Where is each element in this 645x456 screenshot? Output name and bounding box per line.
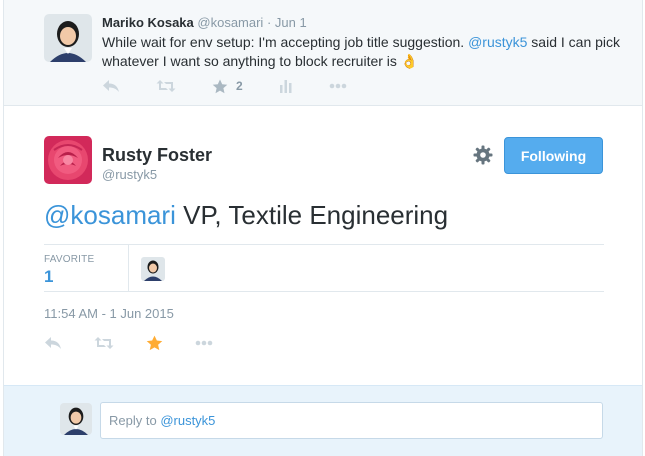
tweet-date[interactable]: Jun 1 (275, 15, 307, 30)
reply-placeholder: Reply to (109, 413, 161, 428)
tweet-text-part: VP, Textile Engineering (175, 200, 449, 230)
retweet-icon[interactable] (94, 336, 114, 350)
current-user-avatar (60, 403, 92, 435)
reply-input[interactable]: Reply to @rustyk5 (100, 402, 603, 439)
favorite-count[interactable]: 1 (44, 267, 53, 287)
tweet-text-part: While wait for env setup: I'm accepting … (102, 34, 469, 50)
favorite-count: 2 (236, 79, 243, 93)
favorite-button[interactable]: 2 (212, 79, 243, 94)
favoriter-avatar[interactable] (141, 257, 165, 281)
reply-icon[interactable] (102, 79, 120, 93)
author-fullname[interactable]: Mariko Kosaka (102, 15, 194, 30)
more-icon[interactable] (195, 340, 213, 346)
avatar[interactable] (44, 14, 92, 62)
separator: · (266, 15, 272, 30)
favorite-icon[interactable] (146, 335, 163, 351)
tweet-actions: 2 (102, 76, 383, 96)
author-handle[interactable]: @kosamari (197, 15, 263, 30)
avatar[interactable] (44, 136, 92, 184)
parent-tweet[interactable]: Mariko Kosaka @kosamari · Jun 1 While wa… (4, 0, 642, 106)
author-fullname[interactable]: Rusty Foster (102, 145, 212, 166)
following-button[interactable]: Following (504, 137, 603, 174)
main-tweet: Rusty Foster @rustyk5 Following @kosamar… (4, 107, 642, 385)
tweet-stats: FAVORITE 1 (44, 244, 604, 292)
tweet-text: @kosamari VP, Textile Engineering (44, 200, 448, 231)
mention-link[interactable]: @rustyk5 (468, 34, 527, 50)
ok-hand-emoji: 👌 (400, 53, 419, 69)
analytics-icon[interactable] (279, 79, 293, 93)
favorite-icon (212, 79, 228, 94)
retweet-icon[interactable] (156, 79, 176, 93)
author-handle[interactable]: @rustyk5 (102, 167, 157, 182)
tweet-permalink: Mariko Kosaka @kosamari · Jun 1 While wa… (3, 0, 643, 456)
tweet-timestamp[interactable]: 11:54 AM - 1 Jun 2015 (44, 306, 174, 321)
favorite-label: FAVORITE (44, 254, 95, 265)
divider (128, 245, 129, 291)
gear-icon[interactable] (473, 145, 493, 170)
reply-composer: Reply to @rustyk5 (4, 385, 642, 456)
reply-mention: @rustyk5 (160, 413, 216, 428)
tweet-header: Mariko Kosaka @kosamari · Jun 1 (102, 15, 307, 30)
more-icon[interactable] (329, 83, 347, 89)
reply-icon[interactable] (44, 336, 62, 350)
tweet-text: While wait for env setup: I'm accepting … (102, 33, 622, 71)
tweet-actions (44, 335, 245, 351)
mention-link[interactable]: @kosamari (44, 200, 176, 230)
